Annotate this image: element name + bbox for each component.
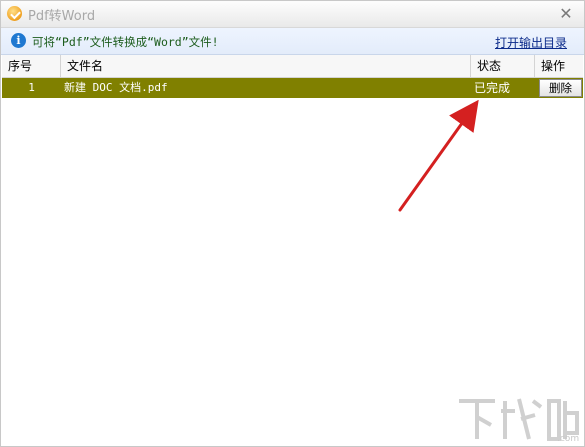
watermark-logo: .com <box>459 398 579 443</box>
svg-text:.com: .com <box>557 434 579 443</box>
annotation-arrow <box>398 99 479 212</box>
arrow-line <box>398 99 479 212</box>
